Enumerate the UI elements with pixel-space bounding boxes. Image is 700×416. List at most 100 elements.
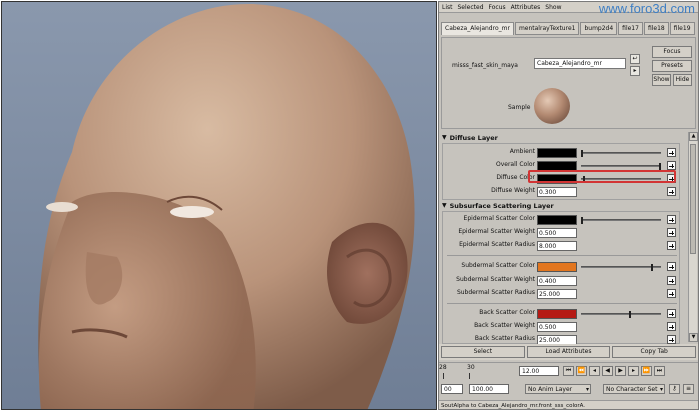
status-line: SoutAlpha to Cabeza_Alejandro_mr.front_s… — [439, 400, 698, 409]
app-frame: List Selected Focus Attributes Show www.… — [0, 0, 700, 416]
epidermal-weight-row: Epidermal Scatter Weight 0.500 — [443, 227, 681, 238]
go-to-start-icon[interactable]: ⏮ — [563, 366, 574, 376]
sss-layer-header[interactable]: ▼ Subsurface Scattering Layer — [442, 201, 680, 210]
menu-list[interactable]: List — [442, 4, 453, 11]
load-attributes-button[interactable]: Load Attributes — [526, 346, 611, 358]
node-header: misss_fast_skin_maya Cabeza_Alejandro_mr… — [441, 37, 696, 129]
menu-selected[interactable]: Selected — [458, 4, 484, 11]
collapse-triangle-icon: ▼ — [442, 134, 447, 141]
collapse-triangle-icon: ▼ — [442, 202, 447, 209]
input-connection-icon[interactable]: ↩ — [630, 54, 640, 64]
map-button-icon[interactable] — [667, 309, 676, 318]
map-button-icon[interactable] — [667, 148, 676, 157]
divider — [447, 303, 677, 304]
map-button-icon[interactable] — [667, 228, 676, 237]
scroll-thumb[interactable] — [690, 144, 696, 254]
epidermal-color-slider[interactable] — [581, 217, 661, 224]
map-button-icon[interactable] — [667, 215, 676, 224]
map-button-icon[interactable] — [667, 276, 676, 285]
map-button-icon[interactable] — [667, 335, 676, 344]
range-start-field[interactable]: 00 — [441, 384, 463, 394]
step-back-frame-icon[interactable]: ◂ — [589, 366, 600, 376]
output-connection-icon[interactable]: ▸ — [630, 66, 640, 76]
range-end-field[interactable]: 100.00 — [469, 384, 509, 394]
menu-attributes[interactable]: Attributes — [511, 4, 541, 11]
sample-label: Sample — [508, 104, 531, 111]
attribute-editor-bottom-buttons: Select Load Attributes Copy Tab — [439, 344, 698, 360]
focus-button[interactable]: Focus — [652, 46, 692, 58]
timeline-tick — [469, 373, 470, 379]
epidermal-weight-field[interactable]: 0.500 — [537, 228, 577, 238]
show-button[interactable]: Show — [652, 74, 671, 86]
ambient-row: Ambient — [443, 147, 681, 158]
preferences-icon[interactable]: ≡ — [683, 384, 694, 394]
map-button-icon[interactable] — [667, 289, 676, 298]
scroll-up-icon[interactable]: ▲ — [689, 132, 698, 141]
render-viewport[interactable] — [1, 1, 437, 410]
subdermal-color-row: Subdermal Scatter Color — [443, 261, 681, 272]
step-forward-frame-icon[interactable]: ▸ — [628, 366, 639, 376]
range-slider: 00 100.00 No Anim Layer No Character Set… — [439, 380, 698, 400]
back-weight-row: Back Scatter Weight 0.500 — [443, 321, 681, 332]
sss-layer-section: Epidermal Scatter Color Epidermal Scatte… — [442, 211, 681, 345]
epidermal-radius-row: Epidermal Scatter Radius 8.000 — [443, 240, 681, 251]
key-icon[interactable]: ⚷ — [669, 384, 680, 394]
scroll-down-icon[interactable]: ▼ — [689, 333, 698, 342]
timeline-tick-label: 30 — [467, 364, 475, 371]
menu-focus[interactable]: Focus — [489, 4, 506, 11]
play-forwards-icon[interactable]: ▶ — [615, 366, 626, 376]
epidermal-color-row: Epidermal Scatter Color — [443, 214, 681, 225]
go-to-end-icon[interactable]: ⏭ — [654, 366, 665, 376]
tab-mentalray-texture[interactable]: mentalrayTexture1 — [514, 22, 580, 35]
current-frame-field[interactable]: 12.00 — [519, 366, 559, 376]
node-type-label: misss_fast_skin_maya — [452, 62, 518, 69]
copy-tab-button[interactable]: Copy Tab — [612, 346, 697, 358]
back-color-slider[interactable] — [581, 311, 661, 318]
tab-file18[interactable]: file18 — [643, 22, 669, 35]
tab-bump2d4[interactable]: bump2d4 — [580, 22, 618, 35]
subdermal-weight-field[interactable]: 0.400 — [537, 276, 577, 286]
back-weight-field[interactable]: 0.500 — [537, 322, 577, 332]
subdermal-color-slider[interactable] — [581, 264, 661, 271]
map-button-icon[interactable] — [667, 187, 676, 196]
subdermal-radius-field[interactable]: 25.000 — [537, 289, 577, 299]
material-sample-swatch — [534, 88, 570, 124]
map-button-icon[interactable] — [667, 161, 676, 170]
rendered-head-image — [38, 3, 415, 409]
ambient-color-swatch[interactable] — [537, 148, 577, 158]
node-tabs: Cabeza_Alejandro_mr mentalrayTexture1 bu… — [441, 22, 695, 36]
subdermal-color-swatch[interactable] — [537, 262, 577, 272]
subdermal-radius-row: Subdermal Scatter Radius 25.000 — [443, 288, 681, 299]
tab-file17[interactable]: file17 — [618, 22, 643, 35]
tab-cabeza-alejandro[interactable]: Cabeza_Alejandro_mr — [441, 22, 514, 35]
ambient-slider[interactable] — [581, 150, 661, 157]
map-button-icon[interactable] — [667, 322, 676, 331]
anim-layer-dropdown[interactable]: No Anim Layer — [525, 384, 591, 394]
back-color-swatch[interactable] — [537, 309, 577, 319]
tab-file19[interactable]: file19 — [669, 22, 695, 35]
play-backwards-icon[interactable]: ◀ — [602, 366, 613, 376]
step-forward-key-icon[interactable]: ⏩ — [641, 366, 652, 376]
presets-button[interactable]: Presets — [652, 60, 692, 72]
select-button[interactable]: Select — [441, 346, 525, 358]
map-button-icon[interactable] — [667, 262, 676, 271]
epidermal-color-swatch[interactable] — [537, 215, 577, 225]
diffuse-color-highlight — [528, 170, 676, 183]
overall-color-slider[interactable] — [581, 163, 662, 170]
watermark: www.foro3d.com — [598, 1, 695, 16]
diffuse-layer-header[interactable]: ▼ Diffuse Layer — [442, 133, 680, 142]
node-name-field[interactable]: Cabeza_Alejandro_mr — [534, 58, 626, 69]
epidermal-radius-field[interactable]: 8.000 — [537, 241, 577, 251]
attribute-editor: List Selected Focus Attributes Show www.… — [438, 1, 699, 410]
attribute-scrollbar[interactable]: ▲ ▼ — [688, 132, 698, 342]
character-set-dropdown[interactable]: No Character Set — [603, 384, 665, 394]
step-back-key-icon[interactable]: ⏪ — [576, 366, 587, 376]
diffuse-weight-row: Diffuse Weight 0.300 — [443, 186, 681, 197]
diffuse-weight-field[interactable]: 0.300 — [537, 187, 577, 197]
subdermal-weight-row: Subdermal Scatter Weight 0.400 — [443, 275, 681, 286]
divider — [447, 255, 677, 256]
menu-show[interactable]: Show — [545, 4, 561, 11]
map-button-icon[interactable] — [667, 241, 676, 250]
timeline-tick-label: 28 — [439, 364, 447, 371]
hide-button[interactable]: Hide — [673, 74, 692, 86]
